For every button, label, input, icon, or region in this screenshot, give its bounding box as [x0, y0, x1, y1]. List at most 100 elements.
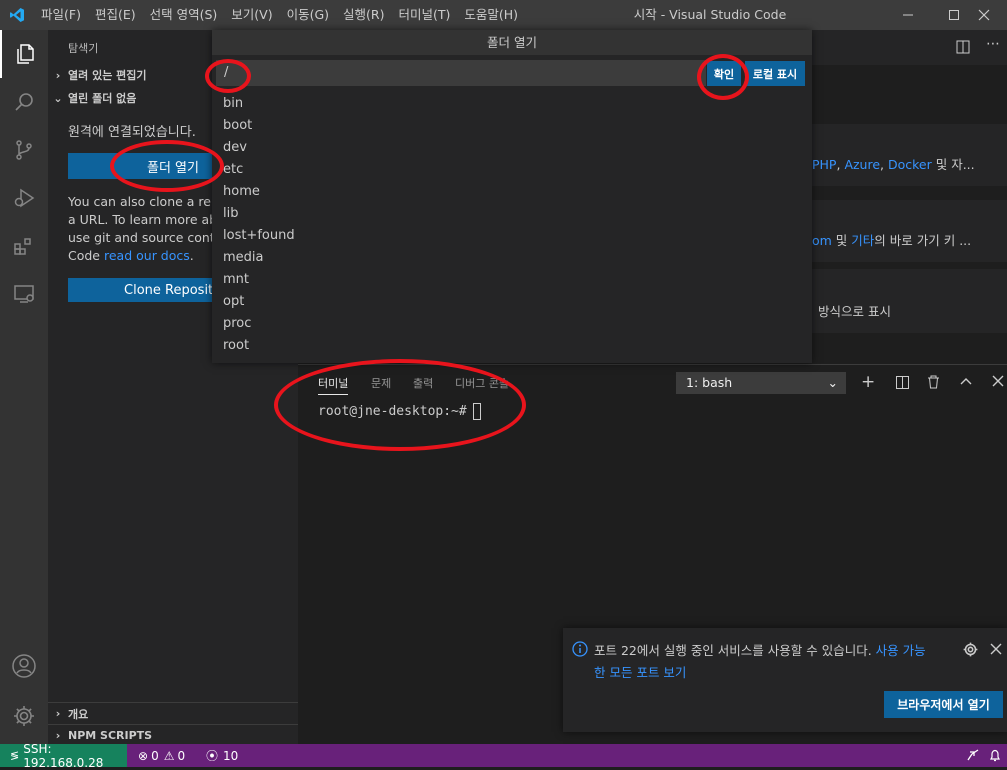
folder-item-home[interactable]: home — [223, 184, 260, 199]
azure-link[interactable]: Azure — [844, 157, 880, 172]
menu-edit[interactable]: 편집(E) — [88, 0, 143, 30]
menu-run[interactable]: 실행(R) — [336, 0, 391, 30]
notification-settings-gear-icon[interactable] — [963, 642, 978, 661]
welcome-card[interactable]: 방식으로 표시 — [810, 269, 1007, 333]
port-count: 10 — [223, 748, 239, 763]
view-ports-link[interactable]: 한 모든 포트 보기 — [594, 665, 686, 680]
connected-text: 원격에 연결되었습니다. — [68, 125, 196, 140]
notifications-bell-icon[interactable] — [988, 748, 1002, 765]
remote-host: SSH: 192.168.0.28 — [23, 741, 104, 770]
folder-item-lost-found[interactable]: lost+found — [223, 228, 295, 243]
menu-selection[interactable]: 선택 영역(S) — [143, 0, 225, 30]
folder-item-boot[interactable]: boot — [223, 118, 252, 133]
account-icon[interactable] — [0, 642, 48, 690]
error-count: 0 — [151, 748, 159, 763]
new-terminal-icon[interactable]: + — [861, 373, 875, 391]
php-link[interactable]: PHP — [812, 157, 836, 172]
card-text: 및 자... — [931, 157, 975, 172]
clone-text-line: a URL. To learn more abo — [68, 212, 225, 227]
debug-icon[interactable] — [0, 174, 48, 222]
status-bar: ≶ SSH: 192.168.0.28 ⊗ 0 ⚠ 0 ⦿ 10 — [0, 741, 1007, 770]
keymap-link[interactable]: om — [812, 233, 832, 248]
ports-indicator[interactable]: ⦿ 10 — [206, 744, 238, 767]
section-label: NPM SCRIPTS — [68, 729, 153, 742]
antenna-icon: ⦿ — [206, 749, 219, 763]
chevron-right-icon: › — [55, 729, 61, 742]
folder-path-input[interactable]: / — [216, 60, 706, 86]
annotation-circle — [274, 359, 526, 451]
menu-terminal[interactable]: 터미널(T) — [392, 0, 458, 30]
other-link[interactable]: 기타 — [851, 233, 874, 248]
manage-gear-icon[interactable] — [0, 692, 48, 740]
chevron-right-icon: › — [55, 707, 61, 720]
source-control-icon[interactable] — [0, 126, 48, 174]
clone-text-line: Code — [68, 248, 101, 263]
split-editor-icon[interactable] — [956, 40, 970, 58]
problems-indicator[interactable]: ⊗ 0 ⚠ 0 — [138, 744, 185, 767]
folder-item-opt[interactable]: opt — [223, 294, 244, 309]
folder-item-etc[interactable]: etc — [223, 162, 243, 177]
terminal-select-value: 1: bash — [686, 375, 733, 390]
annotation-circle — [205, 59, 251, 93]
window-title: 시작 - Visual Studio Code — [633, 7, 787, 22]
port-notification: 포트 22에서 실행 중인 서비스를 사용할 수 있습니다. 사용 가능한 모든… — [563, 628, 1007, 732]
section-label: 개요 — [68, 707, 89, 721]
clone-repository-button[interactable]: Clone Reposito — [68, 278, 232, 302]
title-bar: 파일(F) 편집(E) 선택 영역(S) 보기(V) 이동(G) 실행(R) 터… — [0, 0, 1007, 30]
extensions-icon[interactable] — [0, 222, 48, 270]
maximize-panel-icon[interactable] — [960, 375, 972, 391]
quick-pick-title: 폴더 열기 — [212, 30, 812, 55]
notification-text: 포트 22에서 실행 중인 서비스를 사용할 수 있습니다. — [594, 643, 876, 658]
minimize-icon[interactable] — [885, 0, 931, 30]
explorer-icon[interactable] — [0, 30, 48, 78]
welcome-card[interactable]: om 및 기타의 바로 가기 키 ... — [810, 200, 1007, 262]
folder-item-root[interactable]: root — [223, 338, 249, 353]
menu-view[interactable]: 보기(V) — [224, 0, 279, 30]
menu-help[interactable]: 도움말(H) — [457, 0, 525, 30]
error-icon: ⊗ — [138, 748, 149, 763]
vscode-logo-icon — [0, 0, 34, 30]
activity-bar — [0, 30, 48, 744]
read-our-docs-link[interactable]: read our docs — [104, 248, 190, 263]
chevron-down-icon: ⌄ — [827, 375, 838, 390]
card-text: 의 바로 가기 키 ... — [874, 233, 972, 248]
folder-item-proc[interactable]: proc — [223, 316, 251, 331]
close-notification-icon[interactable] — [990, 643, 1002, 659]
folder-item-media[interactable]: media — [223, 250, 264, 265]
card-text: 및 — [831, 233, 852, 248]
view-ports-link[interactable]: 사용 가능 — [876, 643, 926, 658]
remote-indicator[interactable]: ≶ SSH: 192.168.0.28 — [0, 741, 127, 770]
notification-message: 포트 22에서 실행 중인 서비스를 사용할 수 있습니다. 사용 가능한 모든… — [594, 640, 959, 684]
clone-text-line: use git and source contro — [68, 230, 228, 245]
feedback-icon[interactable] — [966, 748, 980, 765]
folder-item-dev[interactable]: dev — [223, 140, 247, 155]
more-actions-icon[interactable]: ⋯ — [986, 36, 1000, 52]
search-icon[interactable] — [0, 78, 48, 126]
menu-file[interactable]: 파일(F) — [34, 0, 88, 30]
annotation-circle — [697, 54, 749, 100]
sidebar-title: 탐색기 — [68, 42, 99, 55]
folder-item-mnt[interactable]: mnt — [223, 272, 249, 287]
folder-item-bin[interactable]: bin — [223, 96, 243, 111]
outline-section[interactable]: › 개요 — [48, 702, 298, 724]
docker-link[interactable]: Docker — [888, 157, 932, 172]
remote-icon: ≶ — [10, 749, 20, 762]
close-window-icon[interactable] — [961, 0, 1007, 30]
remote-explorer-icon[interactable] — [0, 270, 48, 318]
menu-go[interactable]: 이동(G) — [280, 0, 336, 30]
chevron-down-icon: ⌄ — [53, 91, 63, 105]
split-terminal-icon[interactable] — [896, 376, 909, 393]
chevron-right-icon: › — [55, 68, 61, 82]
show-local-button[interactable]: 로컬 표시 — [745, 61, 805, 86]
annotation-circle — [110, 140, 224, 192]
close-panel-icon[interactable] — [992, 375, 1004, 391]
welcome-card[interactable]: PHP, Azure, Docker 및 자... — [810, 124, 1007, 186]
warning-count: 0 — [177, 748, 186, 763]
period: . — [189, 248, 194, 263]
section-label: 열린 폴더 없음 — [68, 92, 137, 105]
folder-item-lib[interactable]: lib — [223, 206, 238, 221]
open-in-browser-button[interactable]: 브라우저에서 열기 — [884, 691, 1003, 718]
trash-icon[interactable] — [927, 375, 940, 393]
separator: , — [880, 157, 888, 172]
terminal-select[interactable]: 1: bash ⌄ — [676, 372, 846, 394]
